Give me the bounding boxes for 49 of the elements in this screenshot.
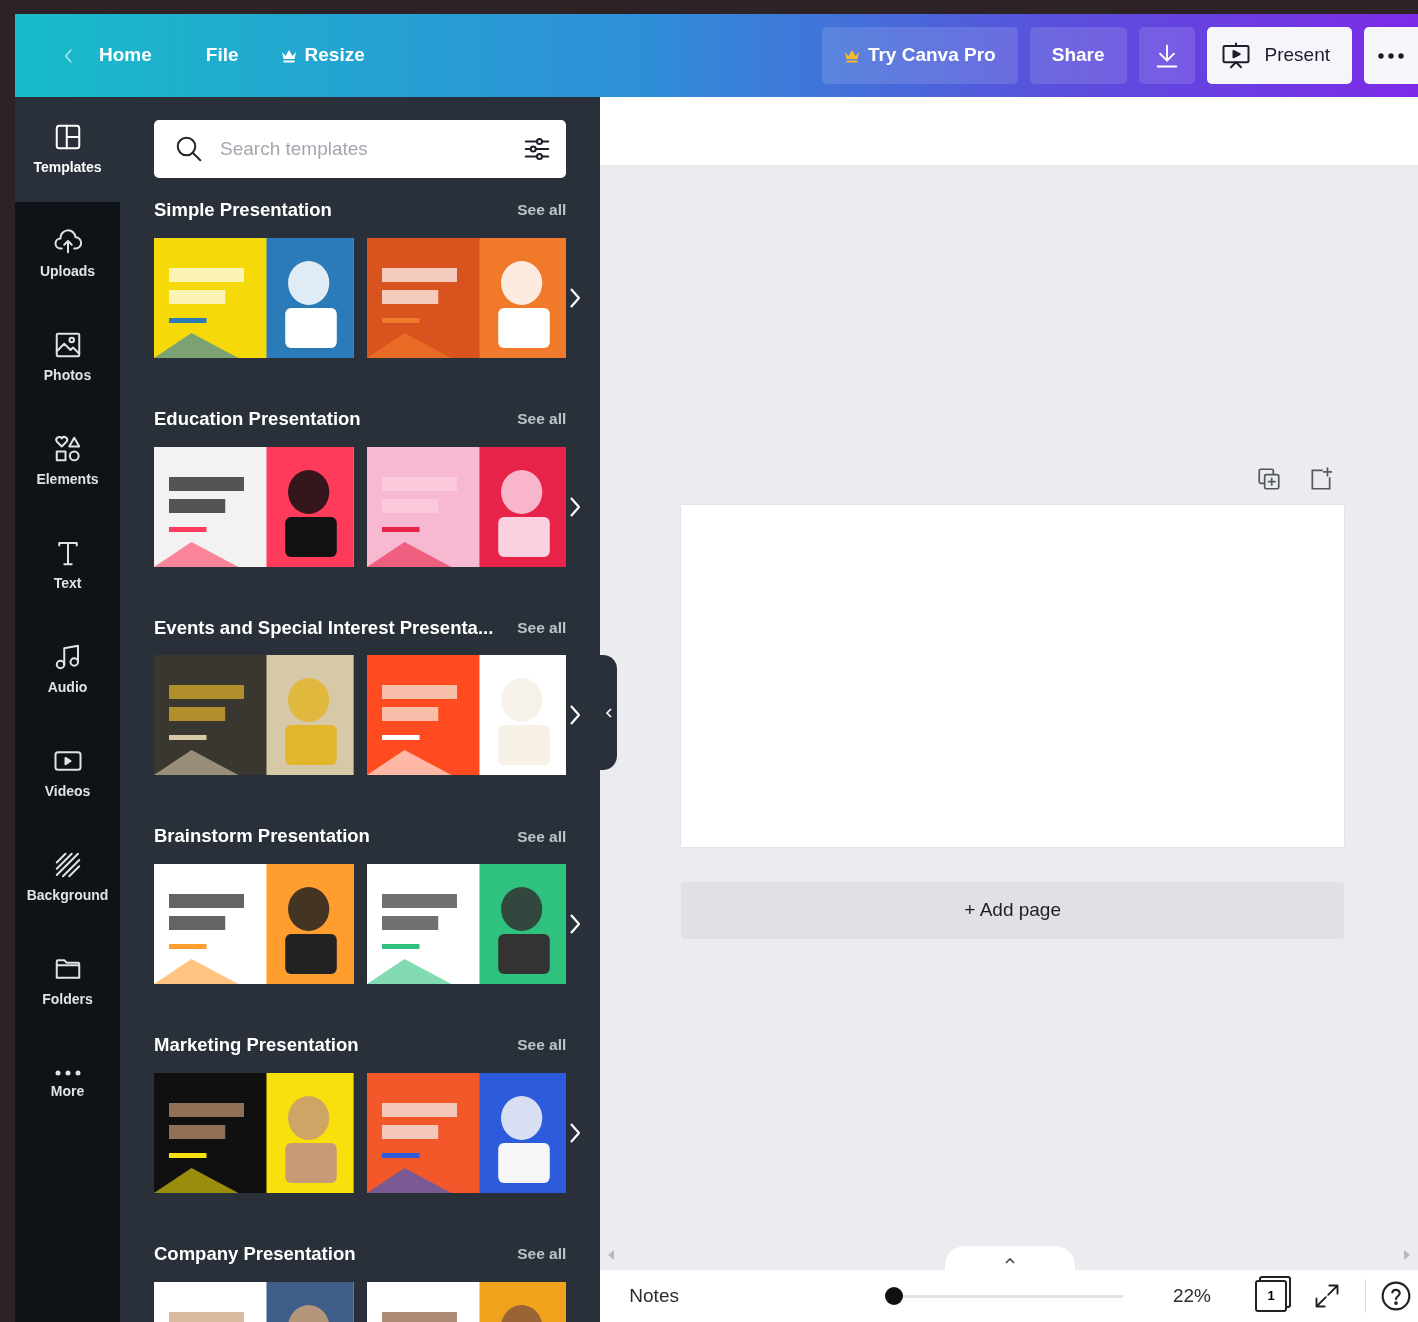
- present-button[interactable]: Present: [1206, 27, 1352, 84]
- section-title: Brainstorm Presentation: [154, 824, 370, 849]
- next-button[interactable]: [570, 287, 581, 308]
- next-button[interactable]: [570, 1122, 581, 1143]
- sidebar-tab[interactable]: Templates: [15, 97, 120, 202]
- chevron-up-icon: [1004, 1257, 1017, 1265]
- next-button[interactable]: [570, 496, 581, 517]
- section-title: Simple Presentation: [154, 198, 332, 222]
- see-all-link[interactable]: See all: [517, 824, 567, 848]
- next-button[interactable]: [570, 705, 581, 726]
- chevron-right-icon: [570, 1122, 581, 1143]
- search-icon: [174, 134, 204, 164]
- add-page-button[interactable]: + Add page: [681, 882, 1344, 939]
- section-title: Events and Special Interest Presenta...: [154, 615, 494, 640]
- add-page-icon[interactable]: [1308, 466, 1334, 492]
- chevron-right-icon: [570, 914, 581, 934]
- chevron-right-icon: [570, 287, 581, 308]
- download-button[interactable]: [1138, 27, 1195, 84]
- shapes-icon: [52, 434, 83, 464]
- see-all-link[interactable]: See all: [517, 407, 567, 431]
- chevron-right-icon: [570, 496, 581, 517]
- more-icon: [1378, 52, 1404, 59]
- collapse-handle[interactable]: [600, 655, 618, 770]
- section-title: Education Presentation: [154, 406, 361, 431]
- section-title: Company Presentation: [154, 1241, 356, 1266]
- crown-icon: [280, 48, 297, 63]
- upgrade-button[interactable]: Try Canva Pro: [821, 27, 1018, 84]
- search-bar[interactable]: Search templates: [154, 120, 567, 178]
- section-title: Marketing Presentation: [154, 1033, 359, 1057]
- duplicate-page-icon[interactable]: [1256, 466, 1282, 492]
- notes-button[interactable]: Notes: [629, 1281, 679, 1311]
- chevron-left-icon: [604, 707, 613, 720]
- presentation-icon: [1220, 40, 1251, 71]
- see-all-link[interactable]: See all: [517, 1033, 567, 1057]
- chevron-right-icon: [570, 705, 581, 726]
- fullscreen-button[interactable]: [1313, 1282, 1341, 1310]
- see-all-link[interactable]: See all: [517, 198, 567, 222]
- next-button[interactable]: [570, 914, 581, 934]
- slider-thumb[interactable]: [884, 1287, 903, 1305]
- expand-arrows-icon: [1313, 1282, 1341, 1310]
- zoom-percentage: 22%: [1172, 1283, 1211, 1308]
- see-all-link[interactable]: See all: [517, 1242, 567, 1266]
- help-icon: [1380, 1280, 1412, 1312]
- more-icon: [53, 1070, 82, 1076]
- more-button[interactable]: [1364, 27, 1418, 84]
- cloud-upload-icon: [52, 226, 83, 256]
- see-all-link[interactable]: See all: [517, 615, 567, 639]
- crown-icon: [843, 48, 860, 63]
- share-button[interactable]: Share: [1029, 27, 1127, 84]
